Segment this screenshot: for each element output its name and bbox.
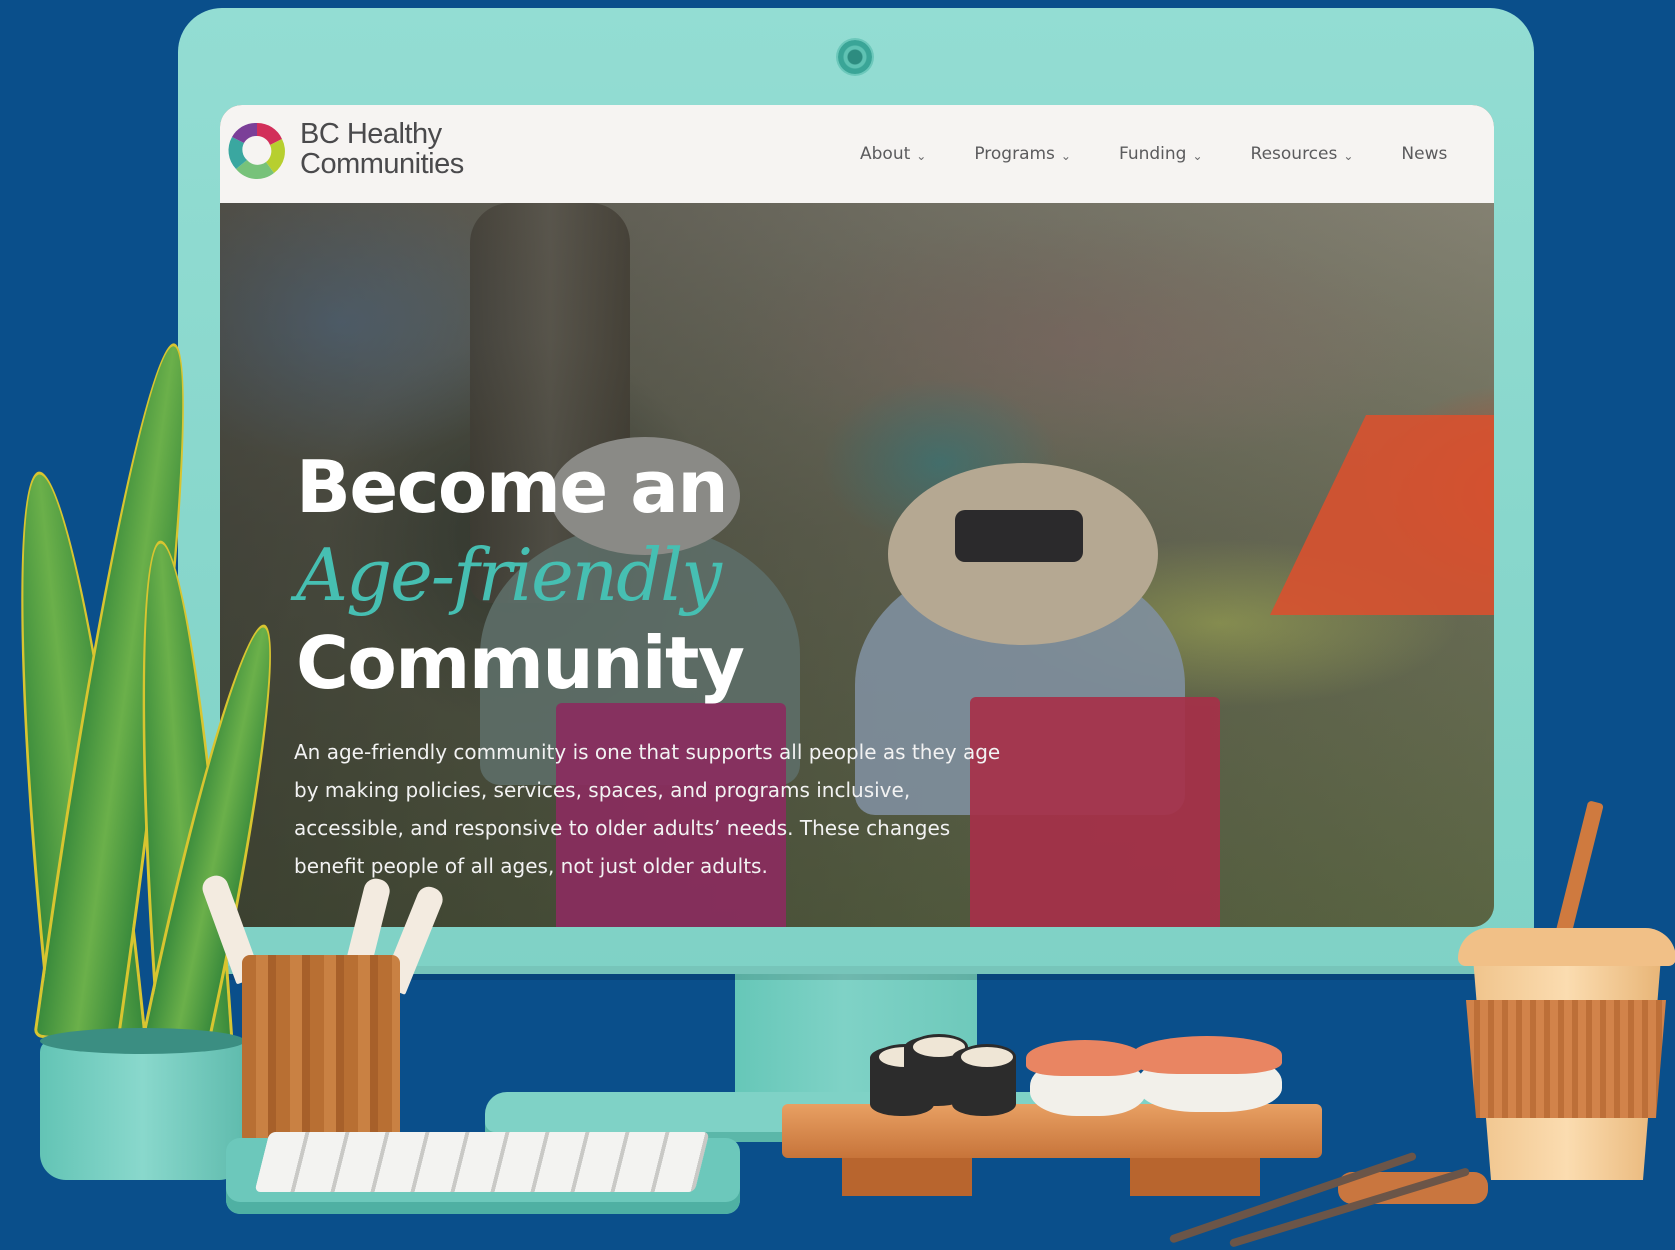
monitor-screen: BC Healthy Communities About ⌄ Programs … <box>220 105 1494 927</box>
keyboard <box>226 1132 740 1214</box>
sushi-roll <box>952 1044 1016 1116</box>
chevron-down-icon: ⌄ <box>1060 148 1071 163</box>
keyboard-keys <box>254 1132 710 1192</box>
nav-item-about[interactable]: About ⌄ <box>860 144 926 164</box>
mockup-scene: BC Healthy Communities About ⌄ Programs … <box>0 0 1675 1250</box>
coffee-cup-sleeve <box>1466 1000 1666 1118</box>
nav-item-label: News <box>1401 144 1448 164</box>
bc-healthy-communities-logo-icon[interactable] <box>222 115 292 185</box>
nav-item-news[interactable]: News <box>1401 144 1447 164</box>
plant-pot <box>40 1028 245 1180</box>
logo-line-1: BC Healthy <box>300 118 442 150</box>
hero-title-line-1: Become an <box>296 445 729 529</box>
nav-item-resources[interactable]: Resources ⌄ <box>1251 144 1354 164</box>
coffee-cup-lid <box>1458 928 1675 966</box>
nav-item-programs[interactable]: Programs ⌄ <box>974 144 1071 164</box>
chevron-down-icon: ⌄ <box>1192 148 1203 163</box>
webcam-icon <box>838 40 872 74</box>
hero-title-accent: Age-friendly <box>296 533 722 617</box>
pencil-cup <box>242 955 400 1150</box>
nav-item-label: Resources <box>1250 144 1338 164</box>
chevron-down-icon: ⌄ <box>1343 148 1354 163</box>
sushi-board-leg <box>842 1158 972 1196</box>
sushi-board-leg <box>1130 1158 1260 1196</box>
hero-description: An age-friendly community is one that su… <box>294 740 1001 878</box>
nav-item-label: About <box>860 144 911 164</box>
nigiri-salmon <box>1026 1040 1144 1076</box>
logo-line-2: Communities <box>300 148 464 180</box>
hero-title-line-3: Community <box>296 621 745 705</box>
nav-item-label: Funding <box>1118 144 1187 164</box>
nigiri-salmon <box>1132 1036 1282 1074</box>
hero-title: Become an Age-friendly Community <box>296 443 996 707</box>
site-logo-text[interactable]: BC Healthy Communities <box>300 119 490 179</box>
nav-item-label: Programs <box>974 144 1055 164</box>
site-header: BC Healthy Communities About ⌄ Programs … <box>220 105 1494 203</box>
main-nav: About ⌄ Programs ⌄ Funding ⌄ Resources ⌄… <box>860 105 1447 203</box>
chevron-down-icon: ⌄ <box>916 148 927 163</box>
nav-item-funding[interactable]: Funding ⌄ <box>1119 144 1203 164</box>
